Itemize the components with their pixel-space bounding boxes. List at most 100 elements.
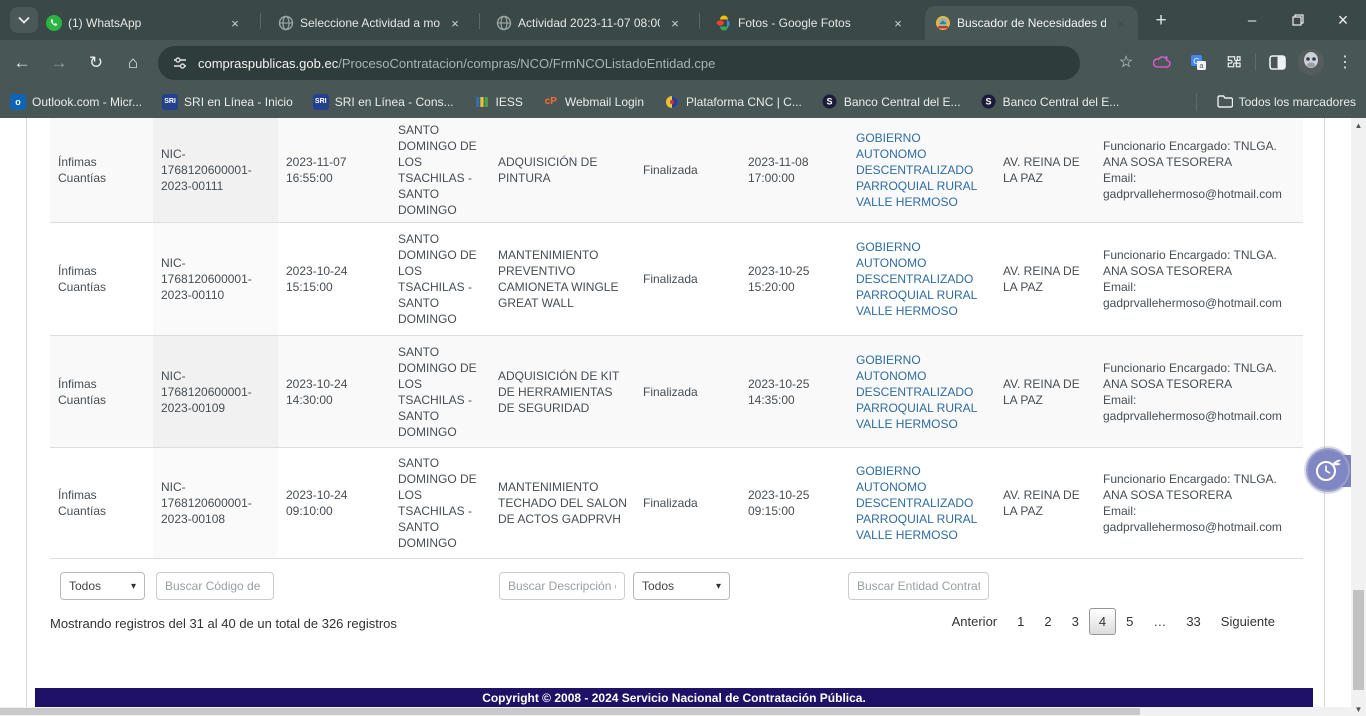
table-row: Ínfimas Cuantías NIC-1768120600001-2023-… — [50, 336, 1303, 448]
bookmark-sri-inicio[interactable]: SRI SRI en Línea - Inicio — [152, 94, 303, 110]
pagination-page-2[interactable]: 2 — [1034, 608, 1061, 635]
chevron-down-icon: ▾ — [131, 581, 136, 592]
tab-buscador-necesidades-active[interactable]: Buscador de Necesidades de × — [925, 6, 1138, 40]
bookmark-iess[interactable]: IESS — [464, 94, 533, 110]
select-value: Todos — [69, 579, 101, 593]
reload-button[interactable]: ↻ — [81, 48, 111, 78]
tab-close-icon[interactable]: × — [226, 14, 244, 32]
translate-icon[interactable]: G a — [1183, 47, 1213, 77]
ecuador-emblem-icon — [935, 15, 951, 31]
entity-link[interactable]: GOBIERNO AUTONOMO DESCENTRALIZADO PARROQ… — [856, 239, 977, 319]
pagination-page-3[interactable]: 3 — [1062, 608, 1089, 635]
bookmark-webmail[interactable]: cP Webmail Login — [533, 94, 654, 110]
entity-link[interactable]: GOBIERNO AUTONOMO DESCENTRALIZADO PARROQ… — [856, 130, 977, 210]
records-info: Mostrando registros del 31 al 40 de un t… — [50, 616, 397, 631]
close-window-button[interactable]: × — [1320, 0, 1366, 40]
table-row: Ínfimas Cuantías NIC-1768120600001-2023-… — [50, 448, 1303, 559]
address-bar[interactable]: compraspublicas.gob.ec/ProcesoContrataci… — [158, 46, 1080, 80]
bookmark-banco-central-1[interactable]: S Banco Central del E... — [812, 94, 971, 110]
bookmark-banco-central-2[interactable]: S Banco Central del E... — [971, 94, 1130, 110]
estado-filter-select[interactable]: Todos▾ — [633, 572, 730, 600]
toolbar-separator — [1255, 53, 1256, 71]
side-panel-icon[interactable] — [1262, 47, 1292, 77]
browser-menu-icon[interactable]: ⋮ — [1330, 47, 1360, 77]
tab-title: Seleccione Actividad a modi — [300, 16, 440, 30]
pagination-page-5[interactable]: 5 — [1116, 608, 1143, 635]
tab-title: (1) WhatsApp — [68, 16, 220, 30]
extensions-puzzle-icon[interactable] — [1219, 47, 1249, 77]
tab-actividad[interactable]: Actividad 2023-11-07 08:00: × — [486, 6, 692, 40]
all-bookmarks-button[interactable]: Todos los marcadores — [1207, 95, 1366, 109]
pagination-page-1[interactable]: 1 — [1007, 608, 1034, 635]
table-row: Ínfimas Cuantías NIC-1768120600001-2023-… — [50, 223, 1303, 336]
cell-tipo: Ínfimas Cuantías — [58, 263, 145, 295]
bookmark-label: Banco Central del E... — [844, 95, 961, 109]
globe-icon — [278, 15, 294, 31]
page-left-border — [26, 118, 27, 716]
pagination-next[interactable]: Siguiente — [1211, 608, 1285, 635]
entity-link[interactable]: GOBIERNO AUTONOMO DESCENTRALIZADO PARROQ… — [856, 463, 977, 543]
cpanel-icon: cP — [543, 94, 559, 110]
puzzle-icon — [1226, 54, 1243, 71]
maximize-button[interactable] — [1275, 0, 1321, 40]
scroll-up-icon[interactable]: ▲ — [1351, 118, 1366, 132]
cell-estado: Finalizada — [643, 495, 698, 511]
pagination-prev[interactable]: Anterior — [942, 608, 1008, 635]
bookmark-label: Plataforma CNC | C... — [686, 95, 802, 109]
cell-contacto: Funcionario Encargado: TNLGA. ANA SOSA T… — [1103, 471, 1282, 535]
bookmark-label: Webmail Login — [565, 95, 644, 109]
page-content: Ínfimas Cuantías NIC-1768120600001-2023-… — [0, 118, 1366, 716]
cell-fecha-inicio: 2023-10-24 14:30:00 — [286, 376, 382, 408]
bookmark-label: IESS — [496, 95, 523, 109]
home-button[interactable]: ⌂ — [118, 48, 148, 78]
cell-fecha-fin: 2023-10-25 14:35:00 — [748, 376, 840, 408]
back-button[interactable]: ← — [7, 48, 37, 78]
codigo-filter-input[interactable] — [156, 572, 274, 600]
tab-whatsapp[interactable]: (1) WhatsApp × — [36, 6, 252, 40]
translate-icon: G a — [1190, 54, 1207, 71]
tab-google-fotos[interactable]: Fotos - Google Fotos × — [706, 6, 915, 40]
bookmark-outlook[interactable]: o Outlook.com - Micr... — [0, 94, 152, 110]
new-tab-button[interactable]: + — [1148, 8, 1174, 34]
profile-avatar[interactable] — [1298, 49, 1324, 75]
pagination-ellipsis: … — [1143, 608, 1176, 635]
tab-close-icon[interactable]: × — [446, 14, 464, 32]
floating-timer-widget[interactable] — [1306, 448, 1354, 494]
scroll-down-icon[interactable]: ▼ — [1351, 702, 1366, 716]
cell-tipo: Ínfimas Cuantías — [58, 487, 145, 519]
pagination-page-4-current[interactable]: 4 — [1089, 608, 1116, 635]
forward-button[interactable]: → — [44, 48, 74, 78]
url-domain: compraspublicas.gob.ec — [198, 56, 338, 71]
vertical-scrollbar[interactable]: ▲ ▼ — [1351, 118, 1366, 716]
page-right-border — [1324, 118, 1325, 716]
tab-close-icon[interactable]: × — [889, 14, 907, 32]
vertical-scrollbar-thumb[interactable] — [1353, 590, 1364, 690]
bookmarks-bar: o Outlook.com - Micr... SRI SRI en Línea… — [0, 85, 1366, 118]
tab-close-icon[interactable]: × — [666, 14, 684, 32]
bookmark-sri-consultas[interactable]: SRI SRI en Línea - Cons... — [303, 94, 464, 110]
extension-cloud-icon[interactable] — [1147, 47, 1177, 77]
entity-link[interactable]: GOBIERNO AUTONOMO DESCENTRALIZADO PARROQ… — [856, 352, 977, 432]
site-settings-icon — [172, 55, 188, 71]
tab-bar: (1) WhatsApp × Seleccione Actividad a mo… — [0, 0, 1366, 40]
footer-bar: Copyright © 2008 - 2024 Servicio Naciona… — [35, 688, 1313, 707]
tab-seleccione-actividad[interactable]: Seleccione Actividad a modi × — [268, 6, 472, 40]
avatar-image — [1298, 49, 1324, 75]
minimize-button[interactable]: – — [1229, 0, 1275, 40]
cell-fecha-fin: 2023-10-25 15:20:00 — [748, 263, 840, 295]
cell-tipo: Ínfimas Cuantías — [58, 154, 145, 186]
tab-separator — [479, 13, 480, 29]
bookmark-star-icon[interactable]: ☆ — [1111, 47, 1141, 77]
tipo-filter-select[interactable]: Todos ▾ — [60, 572, 145, 600]
bookmark-label: SRI en Línea - Inicio — [184, 95, 293, 109]
table-row: Ínfimas Cuantías NIC-1768120600001-2023-… — [50, 118, 1303, 223]
descripcion-filter-input[interactable] — [499, 572, 625, 600]
tab-search-button[interactable] — [10, 7, 38, 33]
tab-close-icon[interactable]: × — [1112, 14, 1130, 32]
pagination-page-33[interactable]: 33 — [1176, 608, 1210, 635]
horizontal-scrollbar-thumb[interactable] — [0, 708, 1140, 715]
bookmark-plataforma-cnc[interactable]: Plataforma CNC | C... — [654, 94, 812, 110]
bookmark-label: Todos los marcadores — [1239, 95, 1356, 109]
entidad-filter-input[interactable] — [848, 572, 989, 600]
horizontal-scrollbar[interactable] — [0, 707, 1351, 716]
